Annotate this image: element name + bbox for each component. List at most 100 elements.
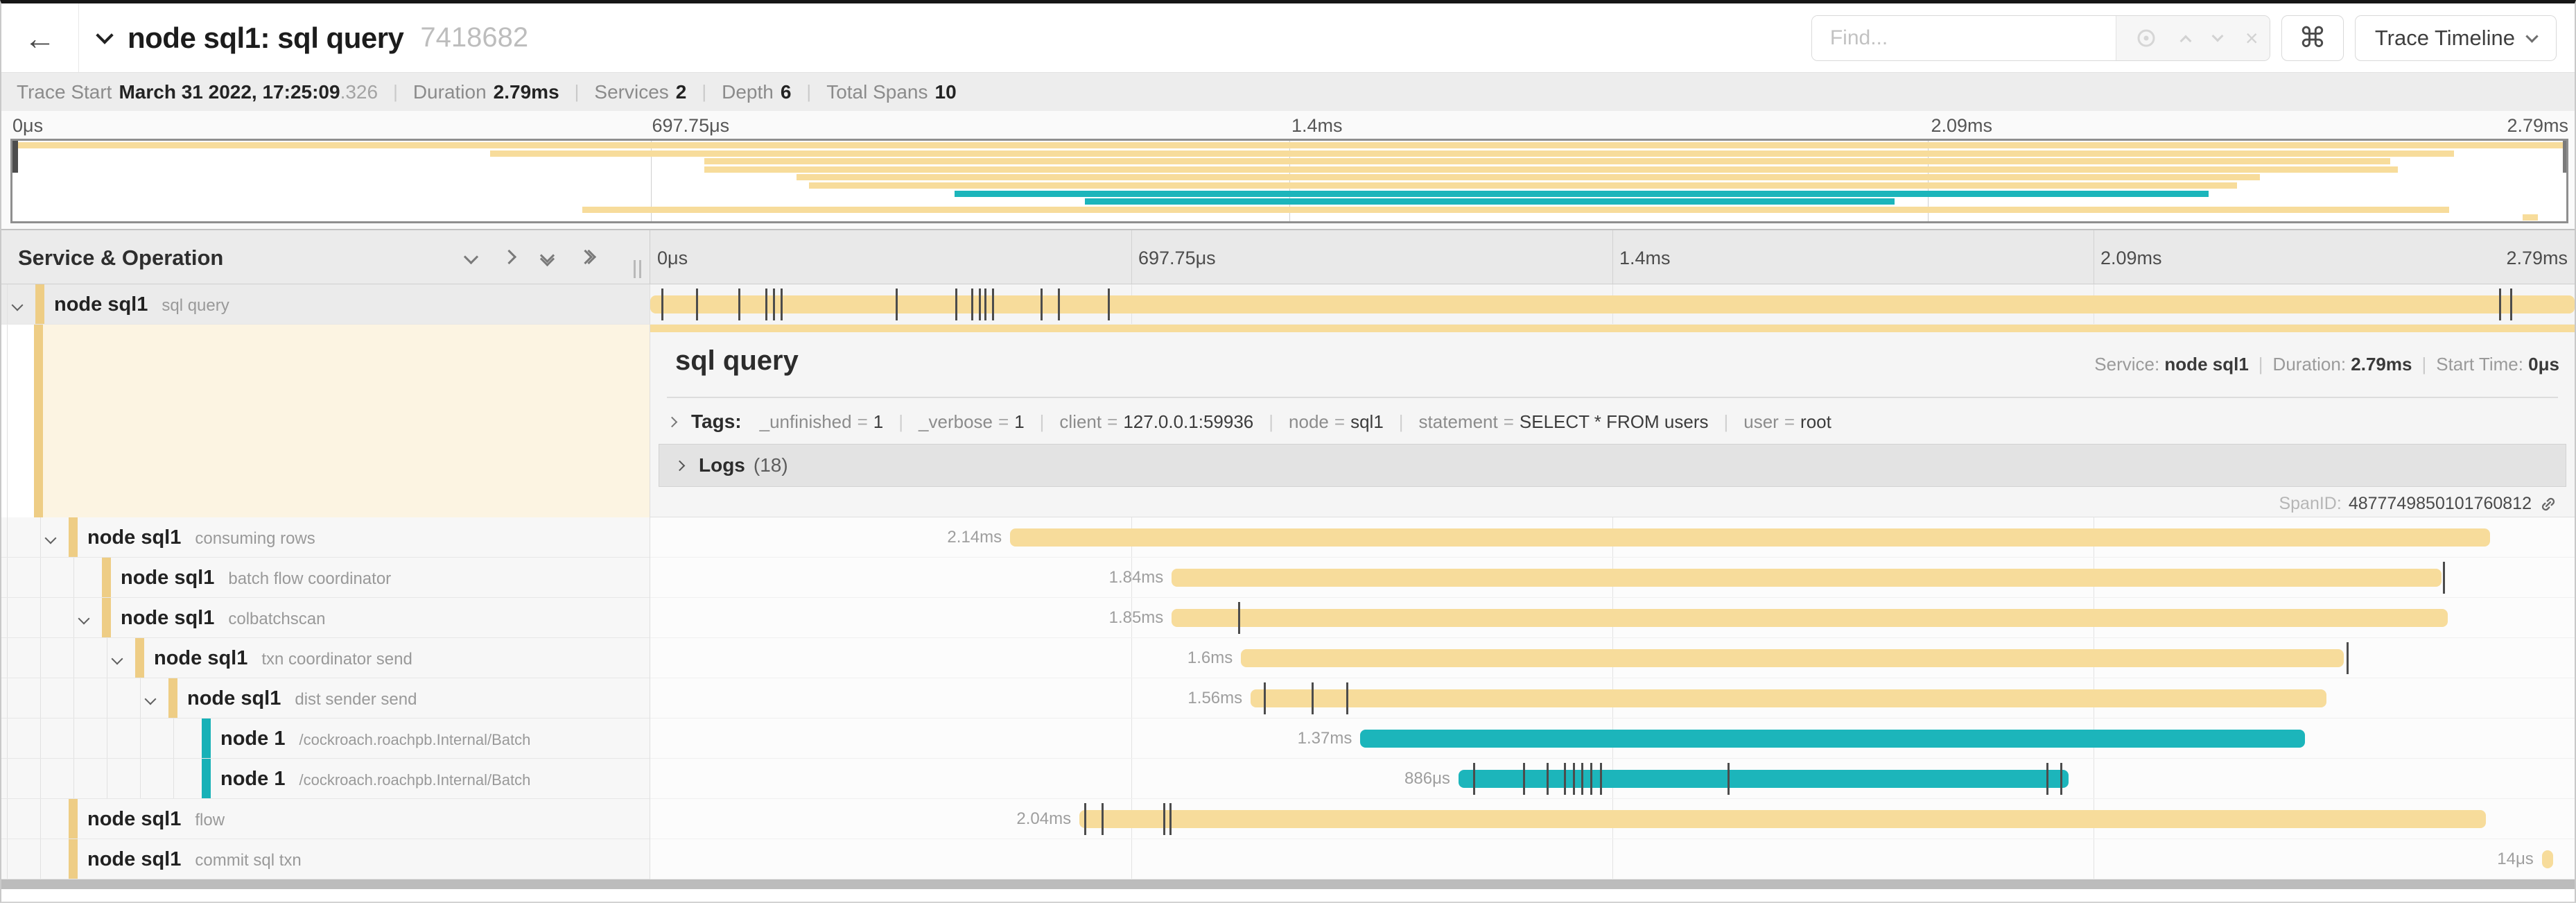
span-timeline-cell[interactable]: 1.84ms [650, 558, 2575, 598]
operation-name: dist sender send [295, 690, 417, 709]
span-row[interactable]: node sql1sql query [1, 284, 2575, 325]
minimap-span-bar [809, 182, 2236, 189]
minimap-canvas[interactable] [10, 139, 2568, 223]
find-clear-icon[interactable]: × [2245, 27, 2259, 49]
span-timeline-cell[interactable] [650, 284, 2575, 325]
span-bar[interactable] [1360, 730, 2305, 748]
span-name-cell[interactable]: node sql1txn coordinator send [1, 638, 650, 678]
span-bar[interactable] [1241, 649, 2344, 667]
tag-value: root [1800, 411, 1831, 432]
service-name: node sql1 [187, 687, 281, 710]
span-row[interactable]: node sql1txn coordinator send1.6ms [1, 638, 2575, 678]
service-color-strip [135, 638, 144, 678]
log-marker [1590, 763, 1592, 795]
span-row[interactable]: node sql1batch flow coordinator1.84ms [1, 558, 2575, 598]
span-timeline-cell[interactable]: 1.56ms [650, 678, 2575, 719]
service-name: node sql1 [87, 526, 181, 549]
span-row[interactable]: node sql1 dist sender send 1.56ms [1, 678, 2575, 719]
span-name-cell[interactable]: node 1/cockroach.roachpb.Internal/Batch [1, 759, 650, 799]
tags-row[interactable]: Tags: _unfinished=1|_verbose=1|client=12… [668, 406, 1831, 437]
span-timeline-cell[interactable]: 14μs [650, 839, 2575, 879]
log-marker [1523, 763, 1525, 795]
log-marker [2060, 763, 2062, 795]
logs-row[interactable]: Logs (18) [659, 444, 2566, 487]
span-row[interactable]: node sql1colbatchscan1.85ms [1, 598, 2575, 638]
span-bar[interactable] [1172, 609, 2447, 627]
collapse-all-icon[interactable] [542, 250, 552, 264]
time-tick-label: 1.4ms [1291, 115, 1343, 137]
operation-name: commit sql txn [195, 851, 301, 870]
span-timeline-cell[interactable]: 1.37ms [650, 719, 2575, 759]
trace-title: node sql1: sql query [128, 22, 403, 55]
log-marker [1058, 289, 1060, 320]
span-name-cell[interactable]: node 1/cockroach.roachpb.Internal/Batch [1, 719, 650, 759]
expand-chevron-icon[interactable] [112, 653, 123, 665]
span-name-cell[interactable]: node sql1flow [1, 799, 650, 839]
find-next-icon[interactable] [2211, 31, 2223, 42]
summary-label: Services [594, 81, 668, 103]
log-marker [1264, 682, 1266, 714]
span-row[interactable]: node sql1flow2.04ms [1, 799, 2575, 839]
span-timeline-cell[interactable]: 886μs [650, 759, 2575, 799]
time-tick-label: 0μs [657, 230, 688, 286]
span-name-cell[interactable]: node sql1batch flow coordinator [1, 558, 650, 598]
span-name-cell[interactable]: node sql1sql query [1, 284, 650, 325]
log-marker [1473, 763, 1475, 795]
span-name-cell[interactable]: node sql1consuming rows [1, 517, 650, 558]
service-operation-header: Service & Operation [1, 230, 650, 284]
find-prev-icon[interactable] [2179, 35, 2191, 47]
span-row[interactable]: node 1/cockroach.roachpb.Internal/Batch 1… [1, 719, 2575, 759]
locate-icon[interactable] [2134, 26, 2158, 50]
span-detail-title: sql query [675, 345, 799, 377]
operation-name: txn coordinator send [261, 650, 412, 669]
span-row[interactable]: node 1/cockroach.roachpb.Internal/Batch8… [1, 759, 2575, 799]
expand-chevron-icon[interactable] [78, 613, 90, 625]
span-name-cell[interactable]: node sql1colbatchscan [1, 598, 650, 638]
span-row[interactable]: node sql1consuming rows2.14ms [1, 517, 2575, 558]
span-detail-highlight [43, 325, 650, 517]
minimap-left-scrubber[interactable] [12, 141, 18, 173]
trace-title-group[interactable]: node sql1: sql query 7418682 [98, 3, 528, 72]
span-bar[interactable] [1251, 689, 2326, 707]
span-timeline-cell[interactable]: 2.04ms [650, 799, 2575, 839]
back-button[interactable]: ← [1, 3, 79, 72]
view-selector-button[interactable]: Trace Timeline [2355, 15, 2557, 61]
span-detail-left-gutter [1, 325, 650, 517]
horizontal-scrollbar[interactable] [1, 879, 2575, 889]
span-bar[interactable] [1459, 770, 2069, 788]
summary-label: Trace Start [17, 81, 112, 103]
span-bar[interactable] [1172, 569, 2442, 587]
span-timeline-cell[interactable]: 1.85ms [650, 598, 2575, 638]
span-timeline-cell[interactable]: 1.6ms [650, 638, 2575, 678]
span-duration-label: 1.56ms [1187, 678, 1242, 719]
span-bar[interactable] [2542, 850, 2554, 868]
find-input[interactable] [1812, 16, 2116, 60]
expand-chevron-icon[interactable] [45, 533, 57, 544]
tag-value: SELECT * FROM users [1520, 411, 1709, 432]
span-rows-top: node sql1sql query [1, 284, 2575, 325]
expand-chevron-icon[interactable] [12, 300, 24, 311]
column-splitter-handle[interactable] [634, 260, 641, 278]
span-bar[interactable] [1010, 528, 2490, 547]
span-bar[interactable] [650, 295, 2575, 313]
command-icon: ⌘ [2299, 22, 2326, 54]
span-detail-panel: sql query Service: node sql1|Duration: 2… [650, 325, 2575, 517]
expand-one-icon[interactable] [502, 250, 516, 264]
timeline-header: Service & Operation 0μs697.75μs1.4ms2.09… [1, 229, 2575, 284]
collapse-one-icon[interactable] [464, 250, 478, 264]
expand-all-icon[interactable] [580, 252, 594, 262]
collapse-trace-chevron-icon[interactable] [96, 26, 113, 44]
summary-label: Total Spans [826, 81, 928, 103]
span-name-cell[interactable]: node sql1 dist sender send [1, 678, 650, 719]
span-name-cell[interactable]: node sql1commit sql txn [1, 839, 650, 879]
expand-chevron-icon[interactable] [145, 694, 157, 705]
link-icon[interactable] [2539, 495, 2558, 514]
span-bar[interactable] [1079, 810, 2486, 828]
find-buttons: × [2116, 16, 2270, 60]
shortcuts-button[interactable]: ⌘ [2281, 15, 2344, 61]
tag-value: 1 [873, 411, 883, 432]
span-row[interactable]: node sql1commit sql txn14μs [1, 839, 2575, 879]
span-duration-label: 1.37ms [1298, 719, 1352, 759]
minimap-right-scrubber[interactable] [2563, 141, 2566, 173]
span-timeline-cell[interactable]: 2.14ms [650, 517, 2575, 558]
